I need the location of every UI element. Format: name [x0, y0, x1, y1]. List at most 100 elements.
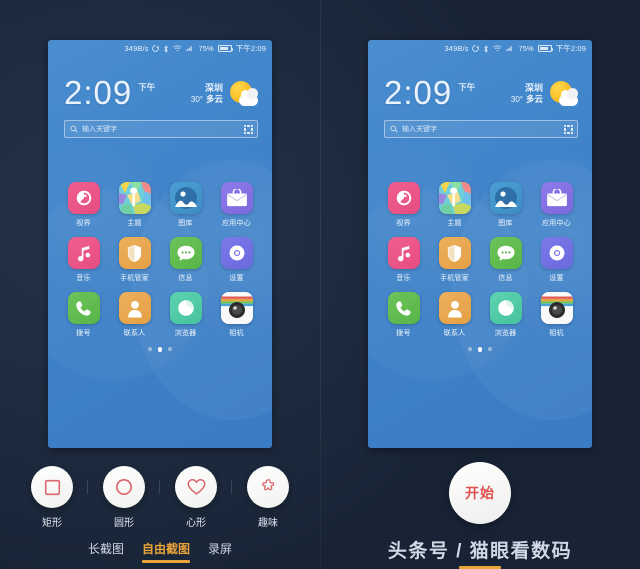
weather-widget[interactable]: 深圳 30° 多云	[511, 81, 578, 107]
page-indicator	[58, 347, 262, 352]
app-row: 音乐 手机管家 信息 设置	[378, 237, 582, 283]
page-dot[interactable]	[168, 347, 172, 351]
app-label: 应用中心	[222, 220, 251, 228]
clock-time: 2:09	[64, 74, 133, 111]
shape-tool-rectangle[interactable]: 矩形	[23, 466, 81, 529]
app-label: 手机管家	[120, 275, 149, 283]
app-settings[interactable]: 设置	[534, 237, 580, 283]
theme-icon	[118, 182, 151, 215]
status-bar-time: 下午2:09	[555, 44, 586, 53]
app-shijie[interactable]: 视界	[381, 182, 427, 228]
app-label: 音乐	[396, 275, 411, 283]
app-label: 主题	[127, 220, 142, 228]
shape-label: 圆形	[114, 518, 134, 529]
app-phone-manager[interactable]: 手机管家	[432, 237, 478, 283]
app-label: 视界	[396, 220, 411, 228]
wifi-icon	[173, 45, 183, 52]
app-messages[interactable]: 信息	[483, 237, 529, 283]
app-label: 视界	[76, 220, 91, 228]
shape-tool-fun[interactable]: 趣味	[231, 466, 297, 529]
clock-widget[interactable]: 2:09 下午	[64, 74, 156, 111]
contacts-icon	[438, 292, 471, 325]
shape-tool-circle[interactable]: 圆形	[87, 466, 153, 529]
app-label: 相机	[549, 330, 564, 338]
page-dot[interactable]	[148, 347, 152, 351]
sync-icon	[472, 45, 480, 52]
status-bar: 349B/s 75% 下午2:09	[48, 40, 272, 57]
app-settings[interactable]: 设置	[214, 237, 260, 283]
app-contacts[interactable]: 联系人	[112, 292, 158, 338]
page-indicator	[378, 347, 582, 352]
app-label: 设置	[229, 275, 244, 283]
app-camera[interactable]: 相机	[214, 292, 260, 338]
weather-condition: 30° 多云	[511, 94, 543, 106]
clock-ampm: 下午	[458, 82, 476, 92]
tab-long-screenshot[interactable]: 长截图	[88, 540, 124, 563]
weather-widget[interactable]: 深圳 30° 多云	[191, 81, 258, 107]
circle-shape-icon	[103, 466, 145, 508]
app-label: 音乐	[76, 275, 91, 283]
app-theme[interactable]: 主题	[432, 182, 478, 228]
clock-ampm: 下午	[138, 82, 156, 92]
weather-condition: 30° 多云	[191, 94, 223, 106]
app-row: 拨号 联系人 浏览器 相机	[58, 292, 262, 338]
page-dot[interactable]	[468, 347, 472, 351]
qr-code-icon[interactable]	[564, 124, 573, 134]
page-dot-active[interactable]	[477, 347, 483, 352]
app-gallery[interactable]: 图库	[483, 182, 529, 228]
app-browser[interactable]: 浏览器	[163, 292, 209, 338]
weather-desc: 多云	[525, 94, 543, 105]
music-icon	[67, 237, 100, 270]
app-gallery[interactable]: 图库	[163, 182, 209, 228]
app-row: 音乐 手机管家 信息 设置	[58, 237, 262, 283]
bluetooth-icon	[163, 44, 169, 53]
app-dialer[interactable]: 拨号	[381, 292, 427, 338]
tab-screen-record[interactable]: 录屏	[208, 540, 232, 563]
start-button[interactable]: 开始	[449, 462, 511, 524]
app-messages[interactable]: 信息	[163, 237, 209, 283]
app-contacts[interactable]: 联系人	[432, 292, 478, 338]
app-shijie[interactable]: 视界	[61, 182, 107, 228]
battery-icon	[217, 45, 234, 52]
app-grid: 视界 主题 图库 应用中心 音乐 手机管家 信息 设置 拨号 联系人 浏览器 相…	[48, 182, 272, 352]
app-label: 浏览器	[494, 330, 517, 338]
qr-code-icon[interactable]	[244, 124, 253, 134]
app-camera[interactable]: 相机	[534, 292, 580, 338]
battery-percent-text: 75%	[198, 44, 214, 53]
app-label: 应用中心	[542, 220, 571, 228]
left-panel: 349B/s 75% 下午2:09 2:09 下午 深圳 30° 多云 输入关键…	[0, 0, 320, 569]
app-label: 信息	[498, 275, 513, 283]
app-music[interactable]: 音乐	[381, 237, 427, 283]
app-dialer[interactable]: 拨号	[61, 292, 107, 338]
app-label: 设置	[549, 275, 564, 283]
page-dot[interactable]	[488, 347, 492, 351]
app-app-center[interactable]: 应用中心	[214, 182, 260, 228]
gallery-icon	[169, 182, 202, 215]
browser-icon	[169, 292, 202, 325]
shape-tool-heart[interactable]: 心形	[159, 466, 225, 529]
bluetooth-icon	[483, 44, 489, 53]
phone-screen-preview-left: 349B/s 75% 下午2:09 2:09 下午 深圳 30° 多云 输入关键…	[48, 40, 272, 448]
shape-label: 心形	[186, 518, 206, 529]
weather-temperature: 30°	[510, 95, 523, 105]
contacts-icon	[118, 292, 151, 325]
theme-icon	[438, 182, 471, 215]
clock-weather-widget: 2:09 下午 深圳 30° 多云	[368, 57, 592, 109]
search-bar[interactable]: 输入关键字	[384, 120, 578, 139]
right-panel: 349B/s 75% 下午2:09 2:09 下午 深圳 30° 多云 输入关键…	[320, 0, 640, 569]
search-icon	[70, 125, 78, 133]
page-dot-active[interactable]	[157, 347, 163, 352]
app-app-center[interactable]: 应用中心	[534, 182, 580, 228]
app-phone-manager[interactable]: 手机管家	[112, 237, 158, 283]
phone-icon	[67, 292, 100, 325]
app-music[interactable]: 音乐	[61, 237, 107, 283]
message-icon	[169, 237, 202, 270]
app-label: 联系人	[123, 330, 146, 338]
clock-widget[interactable]: 2:09 下午	[384, 76, 476, 109]
app-label: 浏览器	[174, 330, 197, 338]
tab-free-screenshot[interactable]: 自由截图	[141, 540, 191, 563]
app-label: 图库	[178, 220, 193, 228]
app-browser[interactable]: 浏览器	[483, 292, 529, 338]
app-theme[interactable]: 主题	[112, 182, 158, 228]
search-bar[interactable]: 输入关键字	[64, 120, 258, 139]
